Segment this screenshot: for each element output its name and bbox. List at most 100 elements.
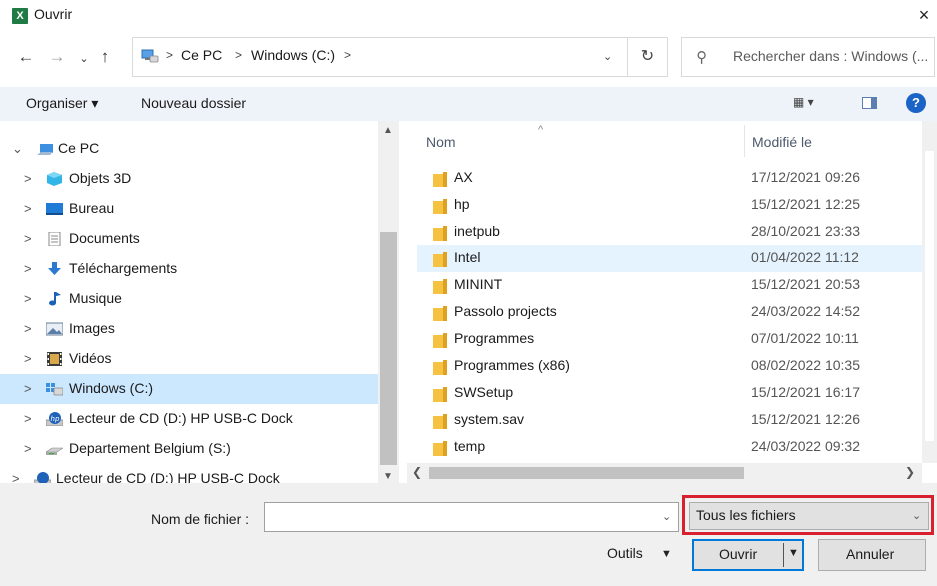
sidebar-item-cd-drive[interactable]: > Lecteur de CD (D:) HP USB-C Dock	[0, 464, 378, 483]
scroll-thumb[interactable]	[380, 232, 397, 465]
chevron-right-icon[interactable]: >	[24, 321, 32, 336]
column-header-modified[interactable]: Modifié le	[752, 134, 812, 150]
close-button[interactable]: ×	[912, 4, 936, 26]
search-input[interactable]: ⚲ Rechercher dans : Windows (...	[681, 37, 935, 77]
scroll-left-icon[interactable]: ❮	[412, 465, 422, 479]
breadcrumb-windows-c[interactable]: Windows (C:)	[251, 47, 335, 63]
chevron-right-icon[interactable]: >	[24, 261, 32, 276]
preview-pane-button[interactable]	[862, 97, 877, 109]
navigation-scrollbar[interactable]: ▲ ▼	[378, 121, 399, 483]
file-row[interactable]: Intel 01/04/2022 11:12	[417, 245, 925, 272]
open-button-label: Ouvrir	[719, 546, 758, 562]
chevron-right-icon[interactable]: >	[24, 231, 32, 246]
file-row[interactable]: SWSetup 15/12/2021 16:17	[417, 380, 925, 407]
open-button[interactable]: Ouvrir ▼	[692, 539, 804, 571]
search-icon: ⚲	[696, 49, 707, 66]
folder-icon	[433, 172, 447, 187]
breadcrumb-separator: >	[166, 48, 174, 62]
excel-icon: X	[12, 8, 28, 24]
split-divider	[783, 543, 784, 567]
help-button[interactable]: ?	[906, 93, 926, 113]
refresh-button[interactable]: ↻	[628, 37, 668, 77]
scroll-down-icon[interactable]: ▼	[383, 471, 393, 482]
forward-button[interactable]: →	[47, 46, 67, 68]
file-name: hp	[454, 196, 470, 212]
tools-dropdown-icon[interactable]: ▼	[661, 548, 672, 560]
sidebar-item-bureau[interactable]: > Bureau	[0, 194, 378, 224]
chevron-right-icon[interactable]: >	[24, 381, 32, 396]
sidebar-item-windows-c[interactable]: > Windows (C:)	[0, 374, 378, 404]
file-name: Intel	[454, 249, 481, 265]
file-type-select[interactable]: Tous les fichiers ⌄	[689, 502, 929, 530]
column-header-name[interactable]: Nom	[426, 134, 456, 150]
file-row[interactable]: AX 17/12/2021 09:26	[417, 165, 925, 192]
chevron-right-icon[interactable]: >	[24, 201, 32, 216]
file-name: SWSetup	[454, 384, 514, 400]
sidebar-item-label: Objets 3D	[69, 170, 132, 186]
chevron-right-icon[interactable]: >	[24, 351, 32, 366]
file-row[interactable]: system.sav 15/12/2021 12:26	[417, 407, 925, 434]
file-list-vertical-scrollbar[interactable]	[922, 121, 937, 463]
chevron-right-icon[interactable]: >	[24, 171, 32, 186]
chevron-right-icon[interactable]: >	[24, 291, 32, 306]
scroll-thumb[interactable]	[429, 467, 744, 479]
column-divider[interactable]	[744, 125, 745, 157]
new-folder-button[interactable]: Nouveau dossier	[141, 95, 246, 111]
breadcrumb-separator: >	[235, 48, 243, 62]
file-row[interactable]: hp 15/12/2021 12:25	[417, 192, 925, 219]
chevron-right-icon[interactable]: >	[12, 471, 20, 483]
videos-icon	[47, 352, 62, 366]
file-row[interactable]: temp 24/03/2022 09:32	[417, 434, 925, 461]
sidebar-item-label: Vidéos	[69, 350, 112, 366]
scroll-up-icon[interactable]: ▲	[383, 125, 393, 136]
window-title: Ouvrir	[34, 6, 73, 22]
folder-icon	[433, 199, 447, 214]
sidebar-item-images[interactable]: > Images	[0, 314, 378, 344]
sidebar-item-objets-3d[interactable]: > Objets 3D	[0, 164, 378, 194]
file-row[interactable]: Programmes (x86) 08/02/2022 10:35	[417, 353, 925, 380]
file-name: Programmes (x86)	[454, 357, 570, 373]
cd-drive-icon	[34, 472, 51, 483]
sidebar-item-telechargements[interactable]: > Téléchargements	[0, 254, 378, 284]
address-bar[interactable]: > Ce PC > Windows (C:) > ⌄	[132, 37, 628, 77]
column-header-row: Nom ^ Modifié le	[407, 121, 925, 161]
file-modified: 15/12/2021 16:17	[751, 384, 860, 400]
open-dropdown-icon[interactable]: ▼	[788, 547, 799, 559]
cancel-button[interactable]: Annuler	[818, 539, 926, 571]
chevron-right-icon[interactable]: >	[24, 441, 32, 456]
back-button[interactable]: ←	[16, 46, 36, 68]
file-row[interactable]: MININT 15/12/2021 20:53	[417, 272, 925, 299]
sidebar-item-network-drive[interactable]: > Departement Belgium (S:)	[0, 434, 378, 464]
organize-button[interactable]: Organiser ▾	[26, 95, 98, 112]
sidebar-item-videos[interactable]: > Vidéos	[0, 344, 378, 374]
file-row[interactable]: Programmes 07/01/2022 10:11	[417, 326, 925, 353]
recent-locations-button[interactable]: ⌄	[74, 48, 94, 70]
scroll-thumb[interactable]	[925, 151, 934, 441]
folder-icon	[433, 333, 447, 348]
breadcrumb-ce-pc[interactable]: Ce PC	[181, 47, 222, 63]
chevron-right-icon[interactable]: >	[24, 411, 32, 426]
file-row[interactable]: inetpub 28/10/2021 23:33	[417, 219, 925, 246]
tools-button[interactable]: Outils	[607, 545, 643, 561]
filename-field[interactable]: ⌄	[264, 502, 679, 532]
sidebar-item-cd-drive[interactable]: > hp Lecteur de CD (D:) HP USB-C Dock	[0, 404, 378, 434]
dialog-footer: Nom de fichier : ⌄ Tous les fichiers ⌄ O…	[0, 483, 937, 586]
sidebar-item-ce-pc[interactable]: ⌄ Ce PC	[0, 134, 378, 164]
address-dropdown-button[interactable]: ⌄	[603, 50, 612, 63]
scroll-right-icon[interactable]: ❯	[905, 465, 915, 479]
up-button[interactable]: ↑	[95, 46, 115, 68]
folder-icon	[433, 360, 447, 375]
file-row[interactable]: Passolo projects 24/03/2022 14:52	[417, 299, 925, 326]
chevron-down-icon[interactable]: ⌄	[662, 510, 671, 523]
sidebar-item-label: Windows (C:)	[69, 380, 154, 396]
chevron-down-icon[interactable]: ⌄	[912, 509, 921, 522]
sidebar-item-label: Lecteur de CD (D:) HP USB-C Dock	[56, 470, 280, 483]
sidebar-item-label: Departement Belgium (S:)	[69, 440, 231, 456]
cd-drive-icon: hp	[46, 412, 63, 426]
sidebar-item-documents[interactable]: > Documents	[0, 224, 378, 254]
change-view-button[interactable]: ▦ ▾	[793, 95, 814, 109]
chevron-down-icon[interactable]: ⌄	[12, 141, 23, 157]
breadcrumb-separator[interactable]: >	[344, 48, 351, 62]
sidebar-item-musique[interactable]: > Musique	[0, 284, 378, 314]
file-list-horizontal-scrollbar[interactable]: ❮ ❯	[407, 463, 922, 483]
